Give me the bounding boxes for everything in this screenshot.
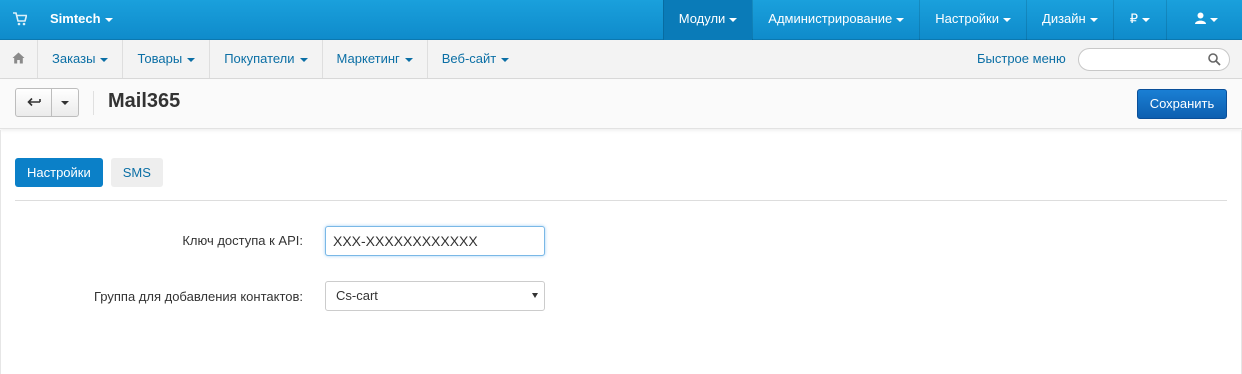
- page-title: Mail365: [108, 90, 181, 112]
- action-bar: [0, 79, 1242, 129]
- api-key-field[interactable]: [325, 226, 545, 256]
- api-key-label: Ключ доступа к API:: [182, 233, 303, 248]
- search-icon[interactable]: [1208, 53, 1221, 66]
- menu-website[interactable]: Веб-сайт: [428, 40, 523, 78]
- menu-label: Покупатели: [224, 51, 295, 66]
- back-arrow-icon: [27, 97, 41, 107]
- chevron-down-icon: [404, 57, 413, 62]
- menu-orders[interactable]: Заказы: [38, 40, 124, 78]
- contact-group-select[interactable]: Cs-cart: [325, 281, 545, 311]
- menu-label: Заказы: [52, 51, 96, 66]
- menu-label: Маркетинг: [336, 51, 400, 66]
- menu-marketing[interactable]: Маркетинг: [323, 40, 428, 78]
- menu-label: Веб-сайт: [441, 51, 497, 66]
- menu-customers[interactable]: Покупатели: [210, 40, 323, 78]
- chevron-down-icon: [299, 57, 308, 62]
- chevron-down-icon: [501, 57, 510, 62]
- chevron-down-icon: [1003, 17, 1012, 22]
- top-nav-administration[interactable]: Администрирование: [752, 0, 919, 40]
- top-nav-label: Модули: [678, 11, 726, 26]
- divider: [93, 91, 94, 115]
- top-bar: Simtech Модули Администрирование Настрой…: [0, 0, 1242, 40]
- tabs: Настройки SMS: [15, 158, 171, 187]
- store-selector[interactable]: Simtech: [50, 0, 113, 40]
- back-button-group: [15, 88, 79, 117]
- user-menu[interactable]: [1166, 0, 1242, 40]
- home-button[interactable]: [0, 40, 38, 78]
- top-nav-addons[interactable]: Модули: [662, 0, 753, 40]
- chevron-down-icon: [1142, 17, 1150, 22]
- chevron-down-icon: [187, 57, 196, 62]
- chevron-down-icon: [1089, 17, 1098, 22]
- currency-symbol: ₽: [1129, 11, 1138, 26]
- chevron-down-icon: [100, 57, 109, 62]
- divider: [15, 200, 1227, 201]
- top-nav-label: Администрирование: [768, 11, 893, 26]
- chevron-down-icon: [896, 17, 905, 22]
- back-button[interactable]: [16, 89, 52, 116]
- quick-menu-link[interactable]: Быстрое меню: [977, 40, 1066, 78]
- user-icon: [1195, 1, 1206, 39]
- chevron-down-icon: [729, 17, 738, 22]
- home-icon: [12, 52, 25, 64]
- contact-group-label: Группа для добавления контактов:: [93, 289, 303, 304]
- cart-icon[interactable]: [13, 12, 28, 26]
- content-area: [0, 130, 1242, 374]
- store-name: Simtech: [50, 11, 101, 26]
- tab-settings[interactable]: Настройки: [15, 158, 103, 187]
- chevron-down-icon: [1210, 17, 1218, 22]
- back-dropdown-button[interactable]: [52, 89, 78, 116]
- top-nav-settings[interactable]: Настройки: [919, 0, 1026, 40]
- save-button[interactable]: Сохранить: [1137, 89, 1227, 119]
- currency-selector[interactable]: ₽: [1112, 0, 1166, 40]
- main-nav-bar: Заказы Товары Покупатели Маркетинг Веб-с…: [0, 40, 1242, 79]
- contact-group-value: Cs-cart: [336, 288, 378, 303]
- menu-label: Товары: [137, 51, 183, 66]
- search-input[interactable]: [1078, 48, 1230, 71]
- top-nav-label: Дизайн: [1042, 11, 1086, 26]
- chevron-down-icon: [104, 17, 113, 22]
- tab-sms[interactable]: SMS: [110, 158, 163, 187]
- chevron-down-icon: [61, 101, 69, 105]
- top-nav: Модули Администрирование Настройки Дизай…: [662, 0, 1242, 40]
- top-nav-design[interactable]: Дизайн: [1026, 0, 1113, 40]
- menu-products[interactable]: Товары: [123, 40, 211, 78]
- main-menu: Заказы Товары Покупатели Маркетинг Веб-с…: [38, 40, 523, 78]
- select-arrow-icon: [532, 293, 538, 298]
- top-nav-label: Настройки: [935, 11, 1000, 26]
